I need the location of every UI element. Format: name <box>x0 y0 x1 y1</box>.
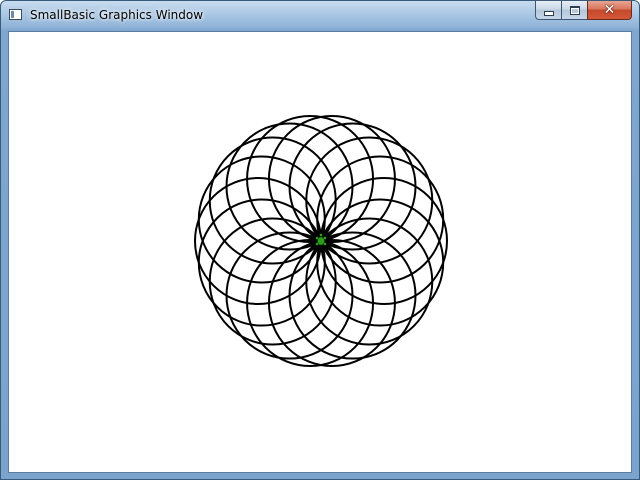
close-button[interactable]: ✕ <box>587 1 632 20</box>
minimize-button[interactable] <box>535 1 561 20</box>
caption-buttons: ✕ <box>535 1 632 20</box>
close-icon: ✕ <box>603 2 616 18</box>
turtle-limb <box>323 242 327 246</box>
graphics-canvas <box>194 114 448 368</box>
title-bar[interactable]: SmallBasic Graphics Window ✕ <box>1 1 639 31</box>
turtle-limb <box>319 233 323 237</box>
turtle-limb <box>315 236 319 240</box>
maximize-icon <box>569 5 580 15</box>
turtle-limb <box>323 236 327 240</box>
turtle-limb <box>315 242 319 246</box>
minimize-icon <box>543 10 554 16</box>
app-window-icon[interactable] <box>9 9 22 20</box>
turtle-body <box>317 236 325 246</box>
window-title: SmallBasic Graphics Window <box>30 8 204 22</box>
maximize-button[interactable] <box>561 1 587 20</box>
graphics-canvas-area[interactable] <box>8 31 632 473</box>
graphics-window: SmallBasic Graphics Window ✕ <box>0 0 640 480</box>
